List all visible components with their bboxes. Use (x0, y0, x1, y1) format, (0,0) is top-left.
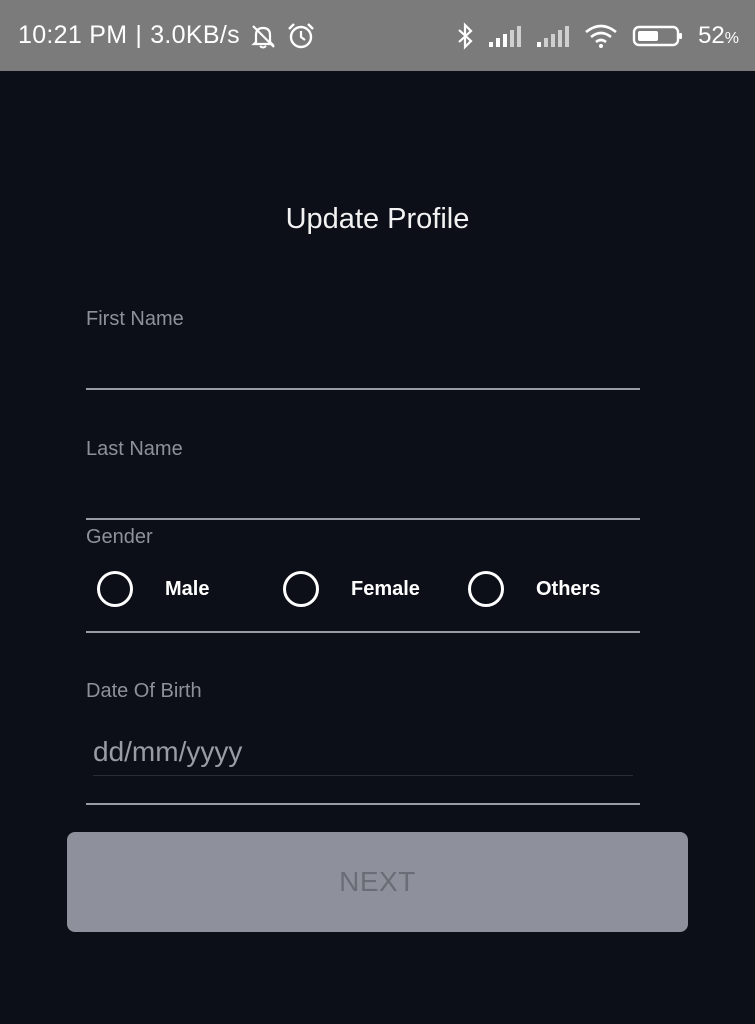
radio-button-others[interactable] (468, 571, 504, 607)
notifications-muted-icon (248, 21, 278, 51)
gender-option-label: Female (351, 577, 420, 600)
last-name-underline (86, 518, 640, 520)
gender-option-others[interactable]: Others (468, 566, 600, 612)
gender-option-label: Others (536, 577, 601, 600)
first-name-underline (86, 388, 640, 390)
first-name-field[interactable] (86, 340, 640, 386)
battery-icon (632, 24, 684, 48)
gender-label: Gender (86, 526, 153, 548)
bluetooth-icon (456, 21, 474, 51)
signal-icon (536, 24, 570, 48)
status-separator: | (135, 21, 143, 49)
next-button[interactable]: NEXT (67, 832, 688, 932)
gender-radio-group: Male Female Others (97, 566, 657, 612)
status-bar-right: 52% (456, 0, 739, 71)
dob-underline (86, 803, 640, 805)
radio-button-female[interactable] (283, 571, 319, 607)
dob-field[interactable] (93, 730, 633, 774)
page-title: Update Profile (285, 203, 470, 235)
dob-inner-underline (93, 775, 633, 776)
last-name-field[interactable] (86, 470, 640, 516)
gender-option-label: Male (165, 577, 210, 600)
battery-percent: 52% (698, 21, 739, 49)
status-bar-left: 10:21 PM | 3.0KB/s (18, 0, 316, 71)
last-name-label: Last Name (86, 438, 183, 460)
wifi-icon (584, 23, 618, 49)
radio-button-male[interactable] (97, 571, 133, 607)
gender-underline (86, 631, 640, 633)
gender-option-female[interactable]: Female (283, 566, 420, 612)
first-name-label: First Name (86, 308, 184, 330)
gender-option-male[interactable]: Male (97, 566, 209, 612)
status-bar: 10:21 PM | 3.0KB/s 52% (0, 0, 755, 71)
clock-time: 10:21 PM (18, 21, 128, 49)
signal-icon (488, 24, 522, 48)
dob-label: Date Of Birth (86, 680, 202, 702)
network-speed: 3.0KB/s (150, 21, 240, 49)
alarm-icon (286, 21, 316, 51)
